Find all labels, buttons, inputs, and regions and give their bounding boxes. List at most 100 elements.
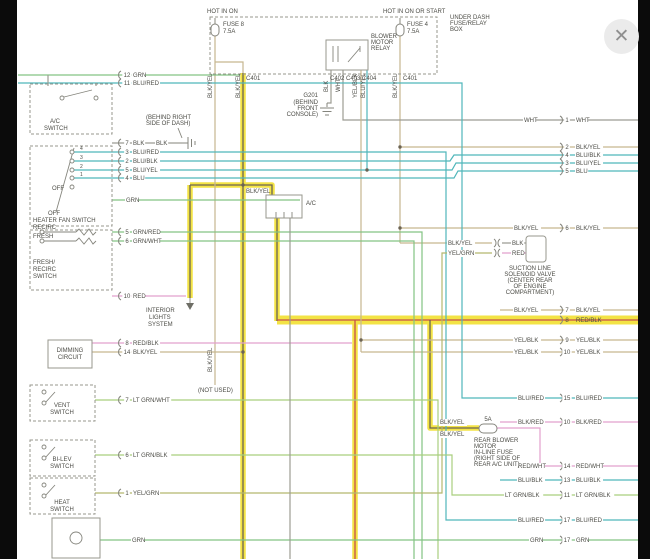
diagram-label: REAR A/C UNIT) <box>474 462 520 468</box>
junction-dot <box>359 338 362 341</box>
letterbox-bar <box>638 0 650 559</box>
contact-circle <box>42 390 46 394</box>
contact-circle <box>60 96 64 100</box>
diagram-label: RED/BLK <box>576 318 602 324</box>
diagram-label: BI-LEV <box>52 457 71 463</box>
diagram-label: BLU/RED <box>518 518 545 524</box>
diagram-label: SIDE OF DASH) <box>146 121 190 127</box>
diagram-label: RED <box>512 251 525 257</box>
diagram-label: BLK/YEL <box>236 73 242 98</box>
symbol-stroke <box>76 238 96 244</box>
diagram-label: A/C <box>306 201 317 207</box>
diagram-label: YEL/GRN <box>448 251 474 257</box>
component-box <box>48 340 92 368</box>
diagram-label: BLK/YEL <box>440 420 465 426</box>
diagram-label: BLK <box>512 241 523 247</box>
diagram-label: OFF <box>48 211 60 217</box>
connector-icon <box>498 249 500 257</box>
diagram-label: CONSOLE) <box>287 112 318 118</box>
diagram-label: GRN <box>576 538 589 544</box>
diagram-label: 3 <box>80 155 83 161</box>
wire <box>343 70 648 120</box>
diagram-label: BLK/YEL <box>246 189 271 195</box>
wire <box>95 400 438 559</box>
diagram-label: YEL/BLK <box>514 338 538 344</box>
diagram-label: WHT <box>576 118 590 124</box>
contact-circle <box>42 401 46 405</box>
diagram-label: DIMMING <box>57 348 84 354</box>
wire <box>112 232 422 559</box>
diagram-label: 7.5A <box>407 29 419 35</box>
contact-circle <box>42 456 46 460</box>
diagram-label: BLK/YEL <box>576 226 601 232</box>
diagram-label: RED/WHT <box>576 464 604 470</box>
diagram-label: FUSE 4 <box>407 22 429 28</box>
diagram-label: 10 <box>564 420 571 426</box>
diagram-label: BLU/BLK <box>133 159 158 165</box>
diagram-label: BLU/BLK <box>518 478 543 484</box>
connector-icon <box>494 249 496 257</box>
diagram-label: BLU/BLK <box>576 153 601 159</box>
diagram-label: HOT IN ON OR START <box>383 9 446 15</box>
component-box <box>326 40 368 70</box>
diagram-label: G201 <box>303 93 318 99</box>
diagram-label: BLU/RED <box>576 518 603 524</box>
diagram-label: LT GRN/BLK <box>576 493 610 499</box>
contact-circle <box>70 159 74 163</box>
diagram-viewer: 12GRN11BLU/RED7BLK3BLU/RED2BLU/BLK5BLU/Y… <box>0 0 650 559</box>
contact-circle <box>42 494 46 498</box>
junction-dot <box>398 226 401 229</box>
diagram-label: LT GRN/WHT <box>133 398 170 404</box>
diagram-label: INTERIOR <box>146 308 175 314</box>
diagram-label: BLU/YEL <box>361 73 367 98</box>
diagram-label: SYSTEM <box>148 322 173 328</box>
diagram-label: (NOT USED) <box>198 388 233 394</box>
diagram-label: BLK/YEL <box>208 347 214 372</box>
arrow-down-icon <box>186 303 194 310</box>
diagram-label: LT GRN/BLK <box>133 453 167 459</box>
diagram-label: FRESH/ <box>33 260 55 266</box>
diagram-label: GRN <box>530 538 543 544</box>
fuse-symbol <box>396 24 404 36</box>
diagram-label: BLK <box>133 141 144 147</box>
diagram-label: HEAT <box>54 500 70 506</box>
diagram-label: BLU/BLK <box>576 478 601 484</box>
diagram-label: C401 <box>246 76 261 82</box>
diagram-label: 14 <box>564 464 571 470</box>
diagram-label: GRN/RED <box>133 230 161 236</box>
diagram-label: 1 <box>80 172 83 178</box>
diagram-label: YEL/BLK <box>353 74 359 98</box>
diagram-label: BLK/YEL <box>514 226 539 232</box>
diagram-label: 5A <box>484 417 491 423</box>
fuse-symbol <box>211 24 219 36</box>
diagram-label: C401 <box>403 76 418 82</box>
contact-circle <box>70 168 74 172</box>
junction-dot <box>398 145 401 148</box>
diagram-label: WHT <box>336 78 342 92</box>
wiring-diagram: 12GRN11BLU/RED7BLK3BLU/RED2BLU/BLK5BLU/Y… <box>0 0 650 559</box>
diagram-label: CIRCUIT <box>58 355 83 361</box>
component-box <box>30 84 112 134</box>
wire <box>215 62 243 73</box>
symbol-stroke <box>45 392 55 403</box>
diagram-label: RECIRC <box>33 267 57 273</box>
diagram-label: YEL/BLK <box>576 338 600 344</box>
diagram-label: BLU <box>576 169 588 175</box>
diagram-label: BLK <box>156 141 167 147</box>
diagram-label: 12 <box>124 73 131 79</box>
diagram-label: BLK/YEL <box>393 73 399 98</box>
diagram-label: SWITCH <box>44 126 68 132</box>
wire <box>95 455 648 495</box>
close-button[interactable]: ✕ <box>604 19 639 54</box>
diagram-label: RELAY <box>371 46 390 52</box>
highlight-wire <box>430 320 479 428</box>
diagram-label: 14 <box>124 350 131 356</box>
diagram-label: GRN <box>132 538 145 544</box>
diagram-label: FUSE 8 <box>223 22 245 28</box>
contact-circle <box>94 96 98 100</box>
diagram-label: GRN/WHT <box>133 239 162 245</box>
component-box <box>526 236 546 262</box>
diagram-label: BLK/RED <box>518 420 544 426</box>
diagram-label: GRN <box>126 198 139 204</box>
diagram-label: WHT <box>524 118 538 124</box>
